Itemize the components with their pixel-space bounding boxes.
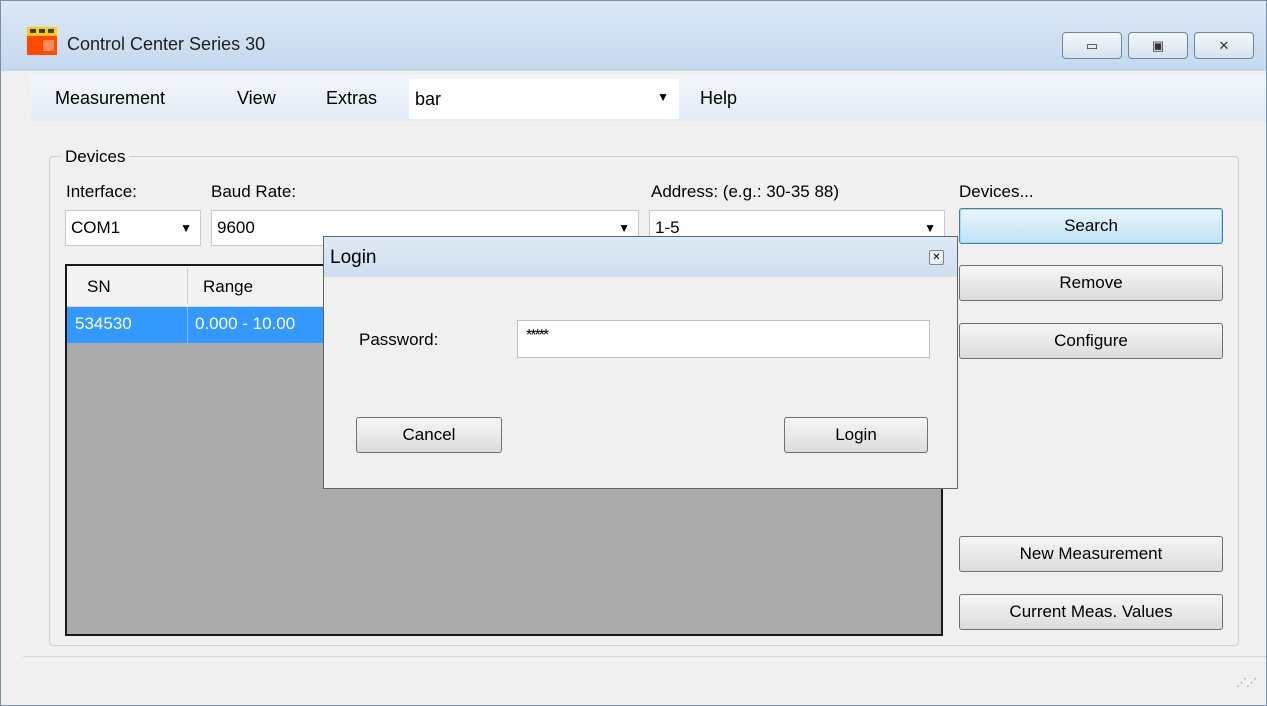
password-field[interactable]: ***** [517,320,930,358]
login-button[interactable]: Login [784,417,928,453]
current-meas-values-button[interactable]: Current Meas. Values [959,594,1223,630]
resize-grip-icon[interactable]: ⋰⋰ [1236,676,1257,689]
column-divider[interactable] [187,268,188,304]
table-cell-sn: 534530 [75,314,132,333]
password-label: Password: [359,330,439,349]
cancel-button[interactable]: Cancel [356,417,502,453]
menu-combo-box[interactable]: bar ▼ [409,79,679,119]
maximize-button[interactable]: ▣ [1128,32,1188,59]
interface-select[interactable]: COM1 ▼ [65,210,201,246]
table-cell-range: 0.000 - 10.00 [195,314,296,333]
maximize-icon: ▣ [1151,37,1165,53]
remove-button[interactable]: Remove [959,265,1223,301]
interface-value: COM1 [71,218,121,237]
address-label: Address: (e.g.: 30-35 88) [651,182,840,201]
status-bar: ⋰⋰ [23,656,1266,695]
close-button[interactable]: ✕ [1194,32,1254,59]
title-bar[interactable]: Control Center Series 30 ▭ ▣ ✕ [1,1,1266,71]
devices-group-title: Devices [61,147,130,167]
password-value: ***** [526,327,549,344]
search-button[interactable]: Search [959,208,1223,244]
interface-label: Interface: [66,182,137,201]
menu-bar: Measurement View Extras bar ▼ Help [31,75,1266,121]
menu-combo-value: bar [415,89,442,109]
chevron-down-icon[interactable]: ▼ [618,221,630,235]
address-value: 1-5 [655,218,680,237]
login-dialog-title: Login [330,247,377,268]
chevron-down-icon[interactable]: ▼ [657,90,669,104]
baud-rate-value: 9600 [217,218,255,237]
close-icon[interactable]: ✕ [929,250,944,265]
new-measurement-button[interactable]: New Measurement [959,536,1223,572]
main-window: Control Center Series 30 ▭ ▣ ✕ Measureme… [0,0,1267,706]
window-title: Control Center Series 30 [67,34,266,54]
minimize-button[interactable]: ▭ [1062,32,1122,59]
login-dialog: Login ✕ Password: ***** Cancel Login [323,236,958,489]
menu-view[interactable]: View [237,88,276,109]
devices-label: Devices... [959,182,1034,201]
login-dialog-title-bar[interactable]: Login ✕ [324,237,957,277]
menu-extras[interactable]: Extras [326,88,377,109]
cell-divider [187,307,188,343]
close-icon: ✕ [1218,37,1230,53]
configure-button[interactable]: Configure [959,323,1223,359]
column-header-sn[interactable]: SN [87,277,111,297]
minimize-icon: ▭ [1085,37,1099,53]
column-header-range[interactable]: Range [203,277,253,297]
baud-rate-label: Baud Rate: [211,182,297,201]
menu-measurement[interactable]: Measurement [55,88,165,109]
app-logo-icon [27,27,57,55]
menu-help[interactable]: Help [700,88,737,109]
chevron-down-icon[interactable]: ▼ [924,221,936,235]
chevron-down-icon[interactable]: ▼ [180,221,192,235]
